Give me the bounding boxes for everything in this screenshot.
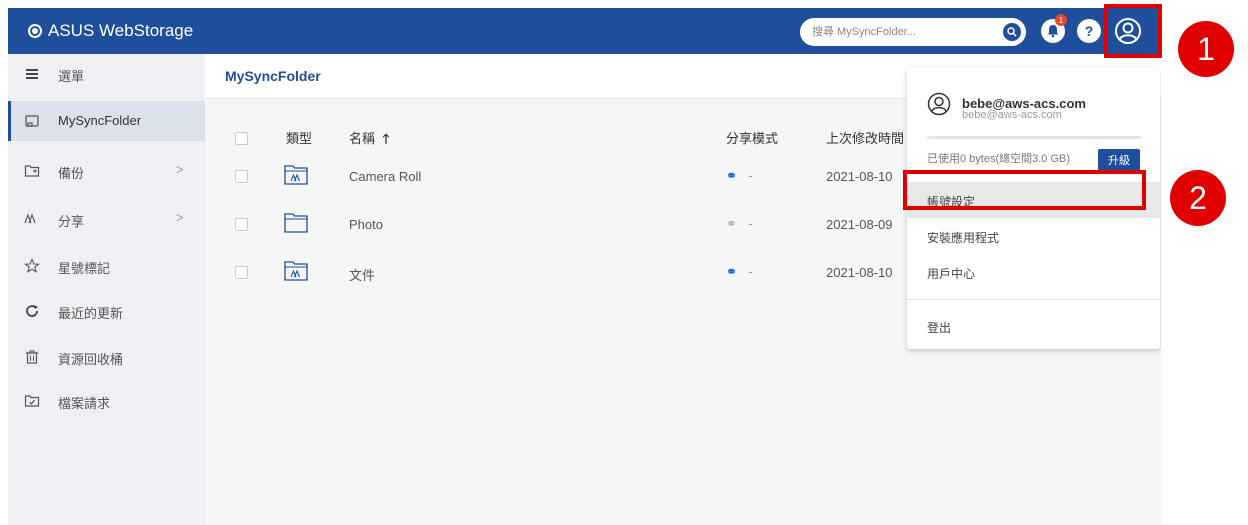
notification-badge: 1: [1055, 14, 1067, 26]
help-icon: ?: [1084, 23, 1094, 39]
bell-icon: [1047, 25, 1059, 38]
search-box: [800, 18, 1026, 46]
row-checkbox[interactable]: [235, 170, 248, 183]
share-link-icon: ⚭: [726, 264, 737, 279]
menu-item-user-center[interactable]: 用戶中心: [907, 254, 1160, 290]
highlight-box-account-button: [1104, 4, 1162, 58]
file-request-icon: [24, 395, 40, 407]
menu-item-logout[interactable]: 登出: [907, 308, 1160, 344]
star-icon: [24, 258, 40, 274]
row-checkbox[interactable]: [235, 218, 248, 231]
shared-folder-icon: [284, 261, 308, 281]
sidebar-item-label: 最近的更新: [58, 306, 124, 321]
share-link-cell[interactable]: ⚭ -: [726, 216, 753, 232]
row-name[interactable]: Camera Roll: [349, 169, 421, 184]
storage-usage-text: 已使用0 bytes(總空間3.0 GB): [927, 153, 1071, 165]
shared-folder-icon: [284, 165, 308, 185]
sidebar-item-share[interactable]: 分享 >: [8, 199, 205, 239]
search-icon[interactable]: [1003, 23, 1021, 41]
menu-divider: [907, 299, 1160, 300]
app-window: ASUS WebStorage 1 ? 選單 MySyncFolder: [8, 8, 1161, 525]
folder-icon: [284, 213, 308, 233]
share-link-icon: ⚭: [726, 216, 737, 231]
user-avatar-icon: [927, 92, 951, 116]
sidebar-item-file-request[interactable]: 檔案請求: [8, 381, 205, 421]
sidebar: 選單 MySyncFolder 備份 > 分享 > 星號標記 最近的更新 資源回…: [8, 54, 205, 525]
sidebar-item-label: 星號標記: [58, 261, 111, 276]
row-date: 2021-08-10: [826, 265, 893, 280]
top-bar: ASUS WebStorage 1 ?: [8, 8, 1161, 54]
row-checkbox[interactable]: [235, 266, 248, 279]
row-name[interactable]: 文件: [349, 265, 375, 284]
sidebar-item-label: 資源回收桶: [58, 352, 124, 367]
help-button[interactable]: ?: [1077, 19, 1101, 43]
row-date: 2021-08-09: [826, 217, 893, 232]
share-mode-value: -: [748, 216, 753, 231]
upgrade-button[interactable]: 升級: [1098, 149, 1140, 171]
sidebar-item-label: 選單: [58, 69, 85, 84]
share-mode-value: -: [748, 168, 753, 183]
column-header-modified[interactable]: 上次修改時間: [826, 128, 904, 147]
select-all-checkbox[interactable]: [235, 132, 248, 145]
breadcrumb[interactable]: MySyncFolder: [225, 68, 321, 84]
highlight-box-account-settings: [903, 170, 1146, 210]
sidebar-item-label: MySyncFolder: [58, 113, 142, 128]
refresh-icon: [26, 305, 38, 317]
folder-sync-icon: [25, 115, 39, 127]
sort-arrow-icon: 🡑: [382, 131, 390, 146]
account-email-sub: bebe@aws-acs.com: [962, 109, 1062, 121]
column-header-name[interactable]: 名稱 🡑: [349, 128, 389, 152]
search-input[interactable]: [810, 25, 994, 39]
share-people-icon: [24, 213, 36, 224]
menu-item-label: 登出: [927, 321, 952, 335]
sidebar-item-menu[interactable]: 選單: [8, 54, 205, 94]
column-header-name-label: 名稱: [349, 131, 376, 146]
sidebar-item-backup[interactable]: 備份 >: [8, 151, 205, 191]
menu-icon: [26, 69, 38, 79]
column-header-share-mode[interactable]: 分享模式: [726, 128, 778, 147]
notification-button[interactable]: 1: [1041, 14, 1067, 43]
menu-item-install-apps[interactable]: 安裝應用程式: [907, 218, 1160, 254]
share-link-cell[interactable]: ⚭ -: [726, 168, 753, 184]
app-logo[interactable]: ASUS WebStorage: [28, 21, 193, 41]
chevron-right-icon: >: [176, 210, 184, 225]
trash-icon: [26, 350, 38, 364]
menu-item-label: 安裝應用程式: [927, 231, 1000, 245]
sidebar-item-starred[interactable]: 星號標記: [8, 246, 205, 286]
share-link-cell[interactable]: ⚭ -: [726, 264, 753, 280]
sidebar-item-mysyncfolder[interactable]: MySyncFolder: [8, 101, 205, 141]
sidebar-item-trash[interactable]: 資源回收桶: [8, 337, 205, 377]
column-header-type[interactable]: 類型: [286, 128, 312, 147]
chevron-right-icon: >: [176, 162, 184, 177]
backup-icon: [24, 165, 40, 177]
logo-icon: [28, 24, 42, 38]
row-name[interactable]: Photo: [349, 217, 383, 232]
sidebar-item-label: 分享: [58, 214, 85, 229]
share-mode-value: -: [748, 264, 753, 279]
app-title: ASUS WebStorage: [48, 21, 194, 40]
share-link-icon: ⚭: [726, 168, 737, 183]
menu-item-label: 用戶中心: [927, 267, 976, 281]
step-marker-1: 1: [1178, 21, 1234, 77]
sidebar-item-label: 備份: [58, 166, 85, 181]
sidebar-item-recent[interactable]: 最近的更新: [8, 291, 205, 331]
storage-usage-bar: [927, 136, 1141, 139]
row-date: 2021-08-10: [826, 169, 893, 184]
step-marker-2: 2: [1170, 170, 1226, 226]
sidebar-item-label: 檔案請求: [58, 396, 111, 411]
